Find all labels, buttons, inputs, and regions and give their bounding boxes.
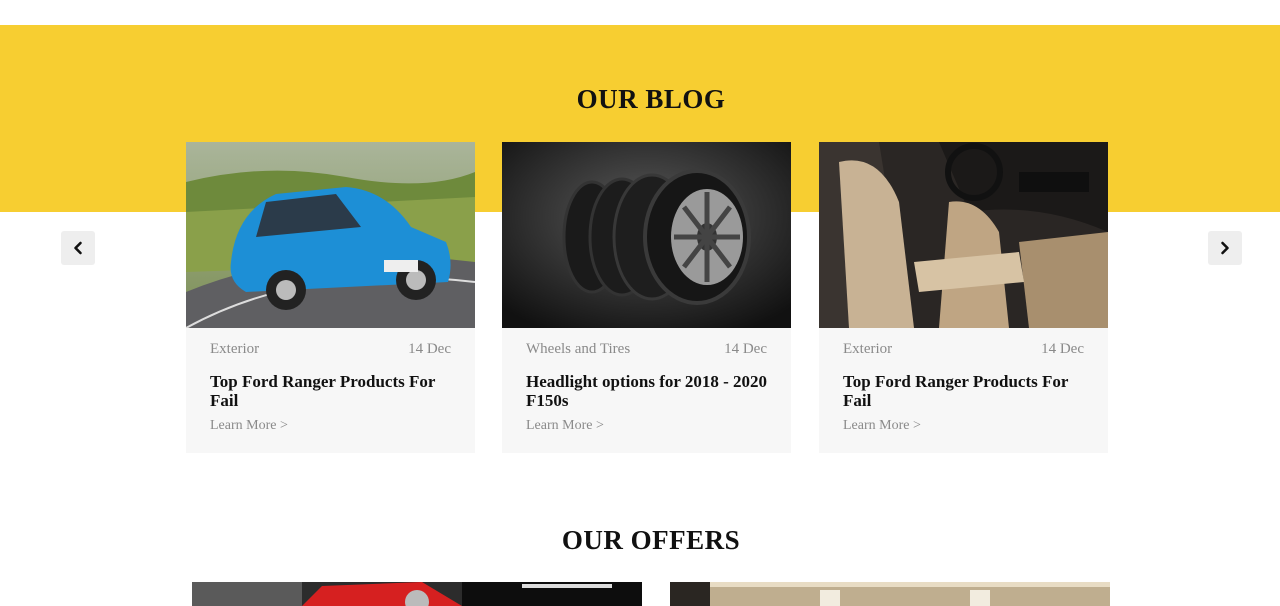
- blog-card[interactable]: Wheels and Tires 14 Dec Headlight option…: [502, 142, 791, 453]
- card-title[interactable]: Top Ford Ranger Products For Fail: [210, 372, 451, 410]
- showroom-interior-image[interactable]: [670, 582, 1110, 606]
- card-category: Wheels and Tires: [526, 341, 631, 357]
- red-car-showroom-image[interactable]: [192, 582, 642, 606]
- carousel-prev-button[interactable]: [61, 231, 95, 265]
- blog-card[interactable]: Exterior 14 Dec Top Ford Ranger Products…: [819, 142, 1108, 453]
- card-date: 14 Dec: [408, 341, 451, 357]
- chevron-left-icon: [74, 241, 82, 255]
- card-category: Exterior: [210, 341, 260, 357]
- learn-more-link[interactable]: Learn More >: [526, 418, 604, 434]
- blog-section-title: OUR BLOG: [576, 84, 726, 114]
- blog-card[interactable]: Exterior 14 Dec Top Ford Ranger Products…: [186, 142, 475, 453]
- offers-section-title: OUR OFFERS: [561, 525, 741, 555]
- card-date: 14 Dec: [724, 341, 767, 357]
- carousel-next-button[interactable]: [1208, 231, 1242, 265]
- card-title[interactable]: Headlight options for 2018 - 2020 F150s: [526, 372, 767, 410]
- blue-hatchback-car-image: [186, 142, 475, 328]
- chevron-right-icon: [1221, 241, 1229, 255]
- car-interior-seats-image: [819, 142, 1108, 328]
- card-date: 14 Dec: [1041, 341, 1084, 357]
- stacked-tires-image: [502, 142, 791, 328]
- card-title[interactable]: Top Ford Ranger Products For Fail: [843, 372, 1084, 410]
- learn-more-link[interactable]: Learn More >: [210, 418, 288, 434]
- card-category: Exterior: [843, 341, 893, 357]
- learn-more-link[interactable]: Learn More >: [843, 418, 921, 434]
